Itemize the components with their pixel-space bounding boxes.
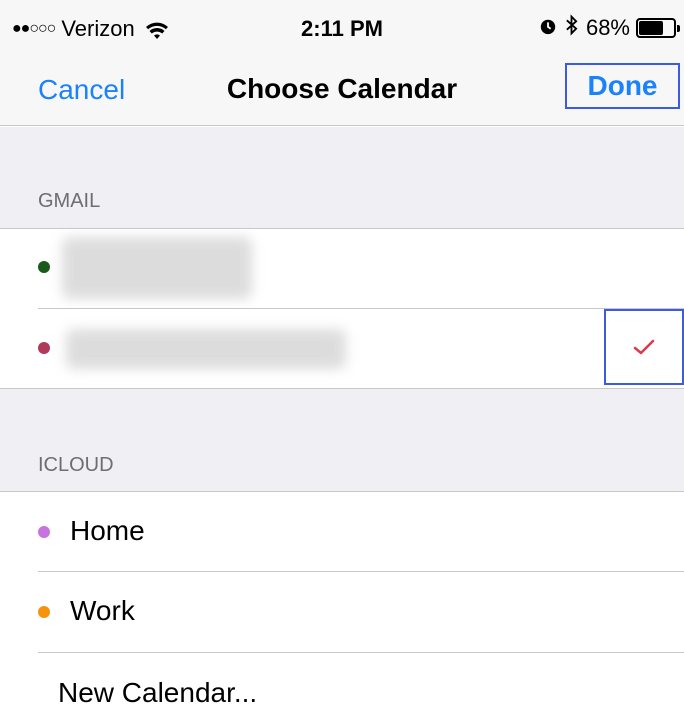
redacted-calendar-name: [66, 329, 346, 369]
calendar-color-dot: [38, 261, 50, 273]
status-right-group: 68%: [539, 14, 680, 42]
calendar-row-work[interactable]: Work: [0, 572, 684, 652]
gmail-section-header-bg: [0, 127, 684, 228]
calendar-name: Home: [70, 515, 145, 546]
calendar-color-dot: [38, 526, 50, 538]
new-calendar-button[interactable]: New Calendar...: [58, 677, 257, 709]
calendar-color-dot: [38, 606, 50, 618]
section-header-icloud: ICLOUD: [38, 454, 114, 476]
battery-icon: [636, 18, 680, 38]
battery-percent: 68%: [585, 15, 630, 40]
selected-checkmark[interactable]: [604, 309, 684, 385]
calendar-row-gmail-1[interactable]: [0, 229, 684, 308]
new-calendar-row[interactable]: New Calendar...: [0, 653, 684, 709]
redacted-calendar-name: [62, 237, 252, 299]
checkmark-icon: [633, 339, 655, 355]
calendar-row-home[interactable]: Home: [0, 492, 684, 571]
navigation-bar: Cancel Choose Calendar Done: [0, 60, 684, 126]
alarm-icon: [539, 15, 557, 41]
calendar-color-dot: [38, 342, 50, 354]
calendar-row-gmail-2[interactable]: [0, 309, 684, 388]
calendar-name: Work: [70, 595, 135, 626]
done-button[interactable]: Done: [565, 63, 680, 109]
status-bar: ●●○○○ Verizon 2:11 PM 68%: [0, 0, 684, 60]
section-header-gmail: GMAIL: [38, 190, 101, 212]
bluetooth-icon: [565, 14, 578, 42]
